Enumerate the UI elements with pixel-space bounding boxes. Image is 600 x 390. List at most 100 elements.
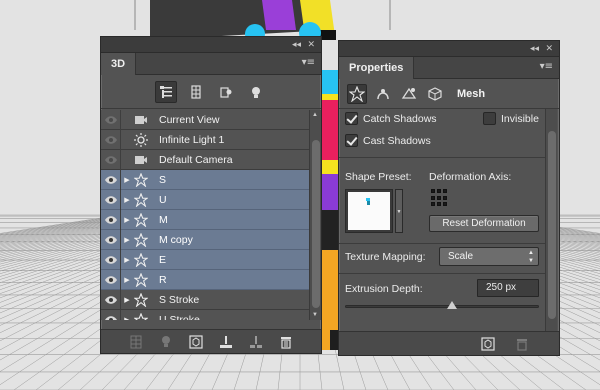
scene-row-label: R (159, 273, 167, 286)
render-button[interactable] (479, 335, 497, 353)
scroll-down-icon[interactable]: ▼ (312, 312, 318, 318)
visibility-eye-icon[interactable] (101, 309, 121, 320)
meshes-filter-button[interactable] (185, 81, 207, 103)
extrusion-depth-input[interactable]: 250 px (477, 279, 539, 297)
scene-row[interactable]: ▶ S Stroke (101, 289, 309, 310)
visibility-eye-icon[interactable] (101, 289, 121, 310)
panel-menu-icon[interactable]: ▾≡ (540, 61, 553, 72)
scene-list-scrollbar[interactable]: ▲ ▼ (309, 110, 321, 320)
extrusion-depth-slider-thumb[interactable] (446, 301, 457, 309)
delete-button[interactable] (513, 335, 531, 353)
panel-props-tabrow: Properties ▾≡ (339, 57, 559, 79)
trash-icon (281, 336, 291, 349)
scene-row[interactable]: ▶ R (101, 269, 309, 290)
extrusion-depth-slider[interactable] (345, 305, 539, 308)
expand-arrow-icon[interactable]: ▶ (121, 216, 133, 224)
scene-row[interactable]: Current View (101, 110, 309, 130)
visibility-eye-icon[interactable] (101, 249, 121, 270)
light-icon (133, 132, 149, 147)
mesh-icon (133, 232, 149, 247)
scene-row[interactable]: Infinite Light 1 (101, 129, 309, 150)
scene-row-label: M copy (159, 233, 193, 246)
mesh-properties: Catch Shadows Invisible Cast Shadows Sha… (339, 109, 545, 331)
scene-row[interactable]: Default Camera (101, 149, 309, 170)
delete-button[interactable] (277, 333, 295, 351)
mesh-icon (133, 212, 149, 227)
shape-preset-glyph-icon (366, 198, 370, 205)
deform-mode-button[interactable] (373, 84, 393, 104)
scene-row[interactable]: ▶ E (101, 249, 309, 270)
collapse-panel-icon[interactable]: ◂◂ (292, 39, 301, 51)
shape-preset-thumbnail[interactable] (345, 189, 393, 233)
visibility-eye-icon[interactable] (101, 209, 121, 230)
cast-shadows-option[interactable]: Cast Shadows (345, 134, 431, 147)
mesh-star-icon (349, 85, 365, 102)
drop-to-ground-icon (220, 335, 232, 348)
invisible-option[interactable]: Invisible (483, 112, 539, 125)
catch-shadows-option[interactable]: Catch Shadows (345, 112, 437, 125)
scroll-up-icon[interactable]: ▲ (312, 112, 318, 118)
panel-3d-topbar[interactable]: ◂◂ ✕ (101, 37, 321, 53)
scene-list-scroll-thumb[interactable] (312, 140, 320, 308)
scene-row[interactable]: ▶ U Stroke (101, 309, 309, 321)
section-divider (339, 273, 545, 274)
camera-icon (133, 113, 149, 127)
scene-filter-button[interactable] (155, 80, 177, 103)
tab-properties[interactable]: Properties (339, 57, 415, 79)
split-icon (250, 335, 262, 348)
cap-icon (401, 87, 417, 99)
visibility-eye-icon[interactable] (101, 269, 121, 290)
visibility-eye-icon[interactable] (101, 169, 121, 190)
visibility-eye-icon[interactable] (101, 129, 121, 150)
deformation-axis-grid[interactable] (431, 189, 449, 207)
mesh-icon (133, 272, 149, 287)
tab-3d[interactable]: 3D (101, 53, 137, 75)
mesh-icon (133, 252, 149, 267)
collapse-panel-icon[interactable]: ◂◂ (530, 43, 539, 55)
expand-arrow-icon[interactable]: ▶ (121, 256, 133, 264)
cast-shadows-checkbox[interactable] (345, 134, 358, 147)
lights-filter-button[interactable] (245, 81, 267, 103)
panel-menu-icon[interactable]: ▾≡ (302, 57, 315, 68)
expand-arrow-icon[interactable]: ▶ (121, 196, 133, 204)
shape-preset-dropdown-button[interactable]: ▼ (395, 189, 403, 233)
cap-mode-button[interactable] (399, 84, 419, 104)
scene-row[interactable]: ▶ S (101, 169, 309, 190)
catch-shadows-checkbox[interactable] (345, 112, 358, 125)
expand-arrow-icon[interactable]: ▶ (121, 176, 133, 184)
invisible-checkbox[interactable] (483, 112, 496, 125)
close-panel-icon[interactable]: ✕ (307, 39, 315, 51)
expand-arrow-icon[interactable]: ▶ (121, 316, 133, 321)
split-extrusion-button[interactable] (247, 333, 265, 351)
reset-deformation-button[interactable]: Reset Deformation (429, 215, 539, 232)
add-light-button[interactable] (157, 333, 175, 351)
render-cube-icon (189, 334, 203, 349)
scene-row-label: M (159, 213, 168, 226)
lights-filter-icon (252, 86, 260, 98)
visibility-eye-icon[interactable] (101, 149, 121, 170)
close-panel-icon[interactable]: ✕ (545, 43, 553, 55)
visibility-eye-icon[interactable] (101, 110, 121, 130)
panel-props-bottom-toolbar (339, 331, 559, 355)
visibility-eye-icon[interactable] (101, 229, 121, 250)
scene-row[interactable]: ▶ M (101, 209, 309, 230)
render-cube-icon (481, 336, 495, 351)
texture-mapping-select[interactable]: Scale ▲ ▼ (439, 247, 539, 266)
mesh-mode-button[interactable] (347, 83, 367, 104)
texture-mapping-label: Texture Mapping: (345, 251, 426, 263)
properties-scroll-thumb[interactable] (548, 131, 556, 319)
scene-row[interactable]: ▶ M copy (101, 229, 309, 250)
expand-arrow-icon[interactable]: ▶ (121, 296, 133, 304)
panel-props-topbar[interactable]: ◂◂ ✕ (339, 41, 559, 57)
properties-scrollbar[interactable] (545, 109, 557, 331)
expand-arrow-icon[interactable]: ▶ (121, 236, 133, 244)
scene-row[interactable]: ▶ U (101, 189, 309, 210)
coordinates-mode-button[interactable] (425, 84, 445, 104)
drop-to-ground-button[interactable] (217, 333, 235, 351)
scene-row-label: Infinite Light 1 (159, 133, 225, 146)
materials-filter-button[interactable] (215, 81, 237, 103)
render-button[interactable] (187, 333, 205, 351)
visibility-eye-icon[interactable] (101, 189, 121, 210)
add-mesh-button[interactable] (127, 333, 145, 351)
expand-arrow-icon[interactable]: ▶ (121, 276, 133, 284)
